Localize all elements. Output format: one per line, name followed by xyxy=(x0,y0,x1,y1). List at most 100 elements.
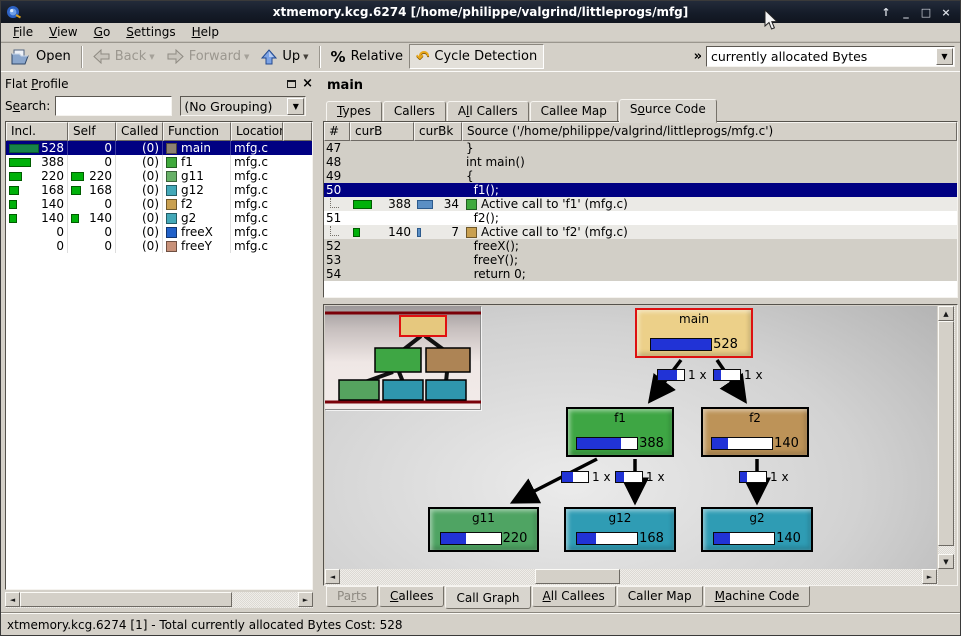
graph-node-g2[interactable]: g2140 xyxy=(701,507,813,552)
source-line-50[interactable]: 50 f1(); xyxy=(324,183,957,197)
tab-source-code[interactable]: Source Code xyxy=(619,99,717,123)
window-close-button[interactable]: × xyxy=(938,4,954,20)
graph-node-g12[interactable]: g12168 xyxy=(564,507,676,552)
back-dropdown-caret-icon[interactable]: ▼ xyxy=(149,53,154,61)
flat-profile-row-freeY[interactable]: 00(0)freeYmfg.c xyxy=(6,239,312,253)
self-value: 220 xyxy=(84,169,112,183)
menu-go[interactable]: Go xyxy=(86,24,119,40)
source-line-51[interactable]: 51 f2(); xyxy=(324,211,957,225)
source-line-49[interactable]: 49{ xyxy=(324,169,957,183)
column-header-self[interactable]: Self xyxy=(68,122,116,141)
relative-toggle-button[interactable]: % Relative xyxy=(325,44,409,69)
graph-node-f2[interactable]: f2140 xyxy=(701,407,809,457)
forward-dropdown-caret-icon[interactable]: ▼ xyxy=(244,53,249,61)
tab-call-graph[interactable]: Call Graph xyxy=(445,586,530,609)
cell-curb xyxy=(350,183,414,197)
tab-types[interactable]: Types xyxy=(326,101,382,122)
tab-callee-map[interactable]: Callee Map xyxy=(530,101,618,122)
menu-file[interactable]: File xyxy=(5,24,41,40)
source-column-header[interactable]: curB xyxy=(350,122,414,141)
incl-value: 220 xyxy=(22,169,64,183)
graph-node-f1[interactable]: f1388 xyxy=(566,407,674,457)
column-header-called[interactable]: Called xyxy=(116,122,163,141)
cell-incl: 388 xyxy=(6,155,68,169)
flat-profile-hscrollbar[interactable]: ◄ ► xyxy=(5,592,313,608)
flat-profile-row-freeX[interactable]: 00(0)freeXmfg.c xyxy=(6,225,312,239)
graph-overview-minimap[interactable] xyxy=(325,306,481,410)
flat-profile-row-g11[interactable]: 220220(0)g11mfg.c xyxy=(6,169,312,183)
graph-hscrollbar[interactable]: ◄ ► xyxy=(325,569,938,585)
column-header-location[interactable]: Location xyxy=(231,122,283,141)
scroll-left-icon[interactable]: ◄ xyxy=(325,569,340,584)
source-line-53[interactable]: 53 freeY(); xyxy=(324,253,957,267)
cell-curbk xyxy=(414,239,462,253)
search-row: Search: (No Grouping) ▼ xyxy=(5,94,313,118)
tab-parts[interactable]: Parts xyxy=(326,586,378,607)
source-line-54[interactable]: 54 return 0; xyxy=(324,267,957,281)
call-text: Active call to 'f1' (mfg.c) xyxy=(481,197,628,211)
forward-button[interactable]: Forward ▼ xyxy=(161,44,256,69)
tab-all-callees[interactable]: All Callees xyxy=(532,586,616,607)
cell-self: 140 xyxy=(68,211,116,225)
open-button[interactable]: Open xyxy=(5,44,77,69)
toolbar-overflow-chevron[interactable]: » xyxy=(690,49,706,64)
incl-value: 0 xyxy=(9,239,64,253)
event-type-combo-arrow-icon[interactable]: ▼ xyxy=(936,48,953,65)
menu-settings[interactable]: Settings xyxy=(118,24,183,40)
source-column-header[interactable]: curBk xyxy=(414,122,462,141)
source-call-row[interactable]: 38834Active call to 'f1' (mfg.c) xyxy=(324,197,957,211)
source-line-48[interactable]: 48int main() xyxy=(324,155,957,169)
window-shade-button[interactable]: ↑ xyxy=(878,4,894,20)
scroll-right-icon[interactable]: ► xyxy=(922,569,937,584)
flat-profile-body: 5280(0)mainmfg.c3880(0)f1mfg.c220220(0)g… xyxy=(6,141,312,253)
cell-self: 220 xyxy=(68,169,116,183)
tab-machine-code[interactable]: Machine Code xyxy=(704,586,811,607)
flat-profile-row-g2[interactable]: 140140(0)g2mfg.c xyxy=(6,211,312,225)
graph-node-main[interactable]: main528 xyxy=(635,308,753,358)
back-button[interactable]: Back ▼ xyxy=(87,44,161,69)
dock-float-icon[interactable] xyxy=(287,80,296,88)
scrollbar-thumb[interactable] xyxy=(20,592,232,607)
cycle-detection-toggle-button[interactable]: ↶ Cycle Detection xyxy=(409,44,544,69)
graph-node-g11[interactable]: g11220 xyxy=(428,507,539,552)
window-maximize-button[interactable]: □ xyxy=(918,4,934,20)
column-header-function[interactable]: Function xyxy=(163,122,231,141)
column-header-incl[interactable]: Incl. xyxy=(6,122,68,141)
search-input[interactable] xyxy=(55,96,172,116)
incl-value: 0 xyxy=(9,225,64,239)
back-label: Back xyxy=(115,49,147,64)
scrollbar-thumb[interactable] xyxy=(535,569,620,584)
menu-view[interactable]: View xyxy=(41,24,86,40)
curbk-bar xyxy=(417,200,433,209)
source-line-47[interactable]: 47} xyxy=(324,141,957,155)
up-dropdown-caret-icon[interactable]: ▼ xyxy=(303,53,308,61)
graph-vscrollbar[interactable]: ▲ ▼ xyxy=(938,306,955,569)
scrollbar-thumb[interactable] xyxy=(938,321,954,546)
tab-caller-map[interactable]: Caller Map xyxy=(617,586,703,607)
call-graph-canvas[interactable]: main528f1388f2140g11220g12168g21401 x1 x… xyxy=(325,306,937,569)
scroll-right-icon[interactable]: ► xyxy=(298,592,313,607)
flat-profile-row-f1[interactable]: 3880(0)f1mfg.c xyxy=(6,155,312,169)
scroll-up-icon[interactable]: ▲ xyxy=(938,306,954,321)
source-column-header[interactable]: # xyxy=(324,122,350,141)
event-type-selector[interactable]: currently allocated Bytes ▼ xyxy=(706,46,955,67)
tab-callees[interactable]: Callees xyxy=(379,586,444,607)
open-folder-icon xyxy=(11,49,31,65)
flat-profile-row-g12[interactable]: 168168(0)g12mfg.c xyxy=(6,183,312,197)
flat-profile-row-f2[interactable]: 1400(0)f2mfg.c xyxy=(6,197,312,211)
scroll-left-icon[interactable]: ◄ xyxy=(5,592,20,607)
source-column-header[interactable]: Source ('/home/philippe/valgrind/littlep… xyxy=(462,122,957,141)
up-button[interactable]: Up ▼ xyxy=(255,44,314,69)
scroll-down-icon[interactable]: ▼ xyxy=(938,554,954,569)
window-minimize-button[interactable]: _ xyxy=(898,4,914,20)
grouping-combo-arrow-icon[interactable]: ▼ xyxy=(287,98,304,115)
grouping-selector[interactable]: (No Grouping) ▼ xyxy=(180,96,306,116)
tab-callers[interactable]: Callers xyxy=(383,101,446,122)
source-call-row[interactable]: 1407Active call to 'f2' (mfg.c) xyxy=(324,225,957,239)
source-line-52[interactable]: 52 freeX(); xyxy=(324,239,957,253)
flat-profile-row-main[interactable]: 5280(0)mainmfg.c xyxy=(6,141,312,155)
cell-called: (0) xyxy=(116,169,163,183)
menu-help[interactable]: Help xyxy=(184,24,227,40)
tab-all-callers[interactable]: All Callers xyxy=(447,101,529,122)
dock-close-icon[interactable]: × xyxy=(302,79,313,89)
